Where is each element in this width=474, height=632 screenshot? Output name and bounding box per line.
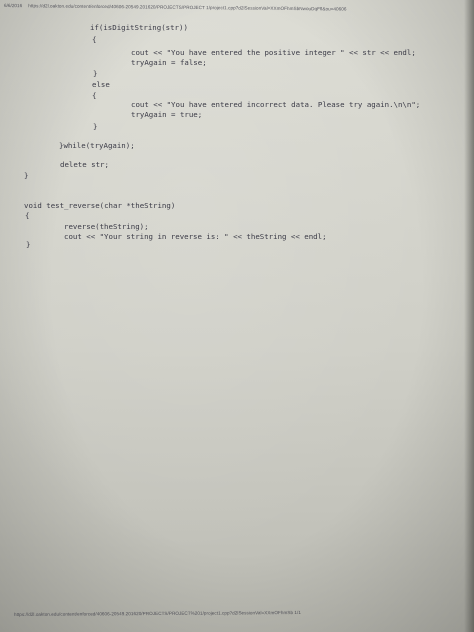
code-line: { [92, 35, 97, 44]
code-line: void test_reverse(char *theString) [24, 201, 176, 210]
code-line: else [92, 80, 110, 89]
code-line: }while(tryAgain); [59, 141, 135, 150]
code-line: } [93, 122, 98, 131]
photo-of-printed-page: 6/6/2016 https://d2l.oakton.edu/content/e… [0, 0, 474, 632]
code-line: delete str; [60, 160, 109, 169]
code-line: { [92, 91, 97, 100]
code-line: } [26, 240, 31, 249]
code-line: reverse(theString); [64, 222, 149, 231]
code-line: { [25, 211, 30, 220]
code-line: if(isDigitString(str)) [90, 23, 188, 32]
code-listing: if(isDigitString(str)) { cout << "You ha… [0, 0, 474, 632]
code-line: cout << "You have entered the positive i… [131, 48, 416, 57]
code-line: cout << "Your string in reverse is: " <<… [64, 232, 327, 241]
code-line: } [93, 69, 98, 78]
code-line: tryAgain = true; [131, 110, 203, 119]
code-line: cout << "You have entered incorrect data… [131, 100, 421, 109]
code-line: tryAgain = false; [131, 58, 207, 67]
code-line: } [24, 171, 29, 180]
